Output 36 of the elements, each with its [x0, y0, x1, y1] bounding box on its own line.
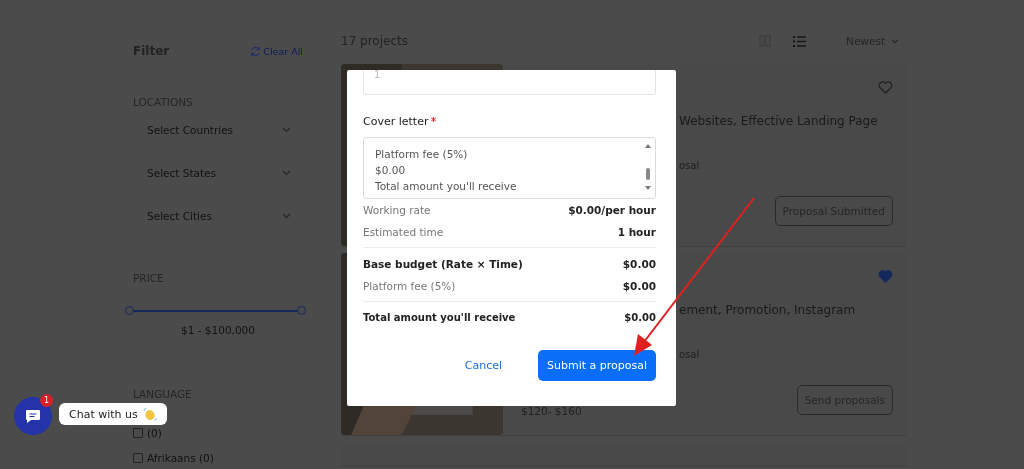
notification-badge: 1 [40, 394, 53, 407]
cover-letter-field[interactable]: Platform fee (5%) $0.00 Total amount you'll receive [363, 137, 656, 199]
field-label: Cover letter [363, 115, 429, 128]
summary-value: $0.00 [622, 280, 656, 292]
chat-button[interactable] [14, 397, 52, 435]
summary-value: $0.00/per hour [568, 204, 656, 216]
cancel-button[interactable]: Cancel [458, 358, 508, 373]
input-field[interactable]: 1 [363, 70, 656, 95]
summary-label: Platform fee (5%) [363, 280, 456, 292]
checkbox[interactable] [133, 428, 143, 438]
summary-label: Base budget (Rate × Time) [363, 258, 523, 270]
select-dropdown[interactable]: Select Cities [133, 194, 303, 237]
price-slider[interactable] [125, 306, 307, 316]
chevron-icon [282, 169, 291, 176]
refresh-icon [250, 45, 262, 57]
summary-label: Working rate [363, 204, 431, 216]
select-dropdown[interactable]: Select States [133, 151, 303, 194]
summary-value: $0.00 [624, 312, 656, 323]
filled-heart-icon[interactable] [878, 270, 893, 283]
submit-button[interactable]: Submit a proposal [538, 350, 656, 381]
summary-value: 1 hour [617, 226, 656, 238]
slider-thumb[interactable] [125, 306, 134, 315]
summary-label: Estimated time [363, 226, 444, 238]
chat-icon [25, 408, 41, 424]
summary-label: Total amount you'll receive [363, 312, 516, 323]
slider-thumb[interactable] [297, 306, 306, 315]
chevron-icon [282, 212, 291, 219]
chevron-icon [282, 126, 291, 133]
summary-value: $0.00 [622, 258, 656, 270]
chat-bubble[interactable]: Chat with us [59, 403, 167, 425]
chevron-icon [891, 38, 899, 44]
select-dropdown[interactable]: Select Countries [133, 108, 303, 151]
price-range-text: $1 - $100,000 [180, 324, 256, 336]
heart-icon[interactable] [878, 81, 893, 94]
clear-all-link[interactable]: Clear All [250, 45, 303, 57]
checkbox[interactable] [133, 453, 143, 463]
